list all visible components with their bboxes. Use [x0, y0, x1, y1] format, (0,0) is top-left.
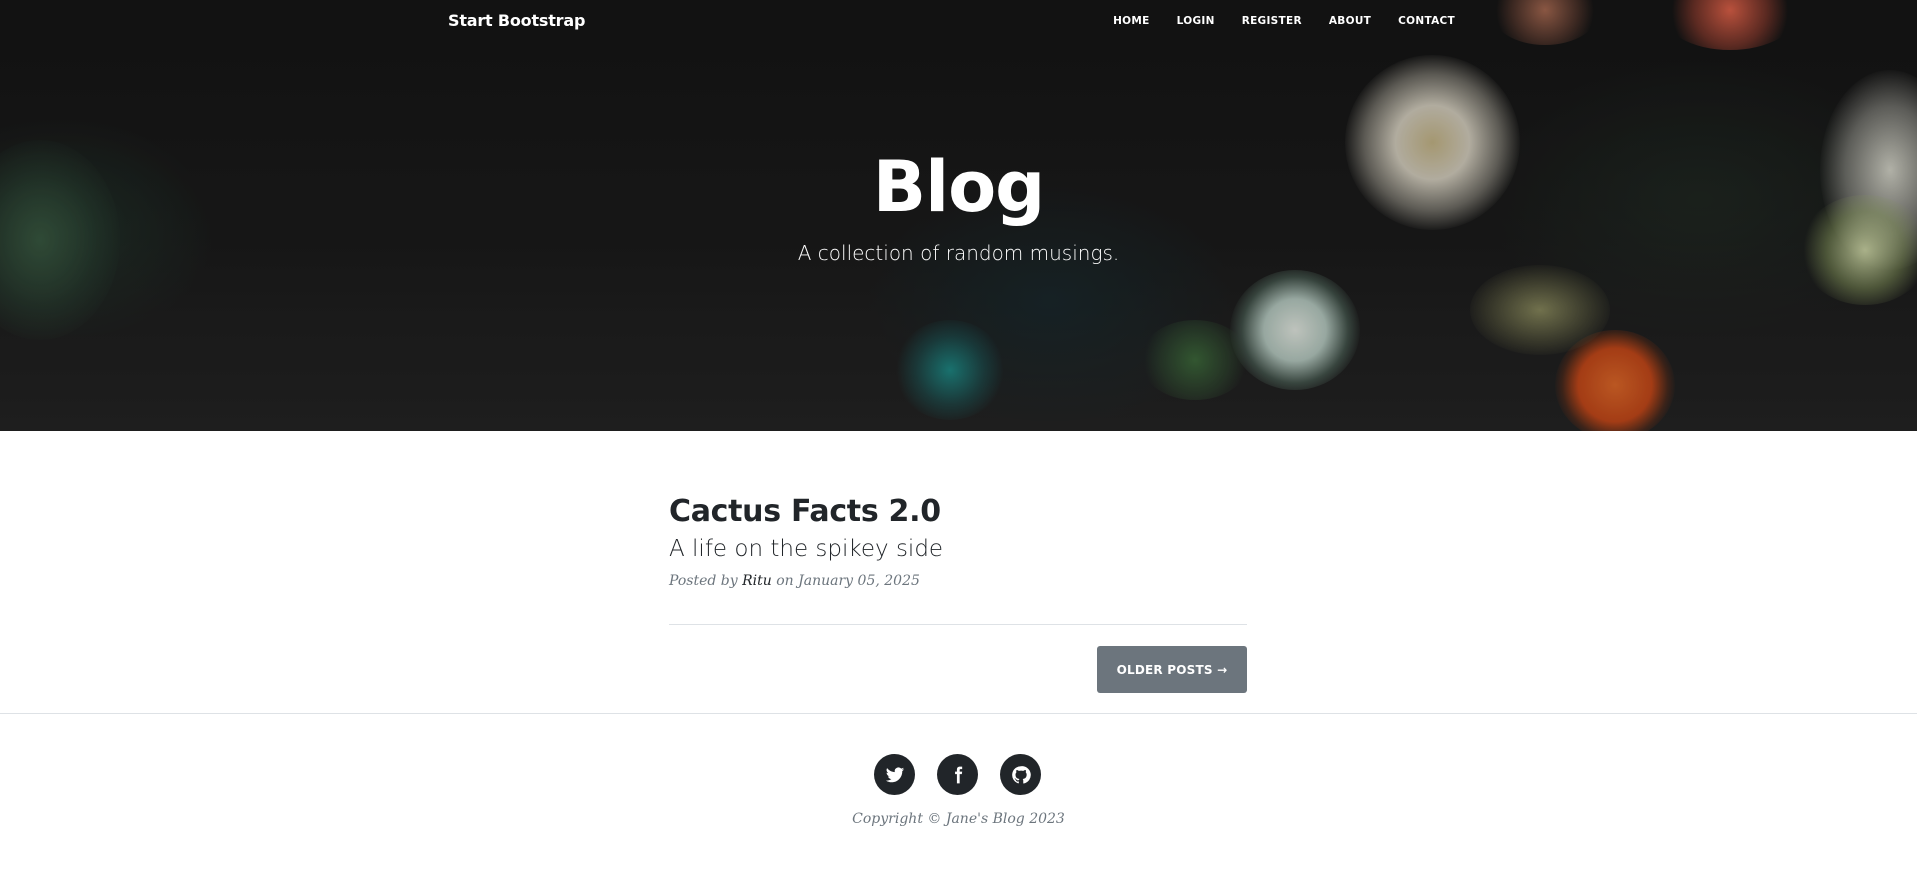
twitter-icon-glyph: [885, 766, 904, 782]
footer-divider: [0, 713, 1917, 714]
post-title[interactable]: Cactus Facts 2.0: [669, 494, 1247, 529]
nav-link-home[interactable]: Home: [1113, 15, 1150, 27]
navbar-brand[interactable]: Start Bootstrap: [448, 11, 585, 30]
nav-links: Home Login Register About Contact: [1086, 15, 1455, 27]
post-divider: [669, 624, 1247, 625]
github-icon-glyph: [1011, 765, 1031, 784]
nav-link-login[interactable]: Login: [1177, 15, 1215, 27]
older-posts-button[interactable]: Older Posts →: [1097, 646, 1247, 693]
copyright-text: Copyright © Jane's Blog 2023: [852, 811, 1065, 827]
navbar: Start Bootstrap Home Login Register Abou…: [0, 0, 1917, 44]
page-title: Blog: [872, 146, 1046, 228]
twitter-icon[interactable]: [874, 754, 915, 795]
nav-link-about[interactable]: About: [1329, 15, 1371, 27]
nav-link-register[interactable]: Register: [1242, 15, 1302, 27]
post-preview[interactable]: Cactus Facts 2.0 A life on the spikey si…: [669, 494, 1247, 589]
social-links: [874, 754, 1041, 795]
post-meta-prefix: Posted by: [669, 573, 738, 589]
post-subtitle[interactable]: A life on the spikey side: [669, 536, 1247, 562]
post-meta-date: on January 05, 2025: [776, 573, 920, 589]
post-author-link[interactable]: Ritu: [742, 573, 772, 589]
page-subtitle: A collection of random musings.: [797, 241, 1120, 265]
facebook-icon[interactable]: [937, 754, 978, 795]
nav-link-contact[interactable]: Contact: [1398, 15, 1455, 27]
post-meta: Posted by Ritu on January 05, 2025: [669, 573, 1247, 589]
github-icon[interactable]: [1000, 754, 1041, 795]
masthead-hero: Start Bootstrap Home Login Register Abou…: [0, 0, 1917, 431]
facebook-icon-glyph: [954, 766, 962, 783]
